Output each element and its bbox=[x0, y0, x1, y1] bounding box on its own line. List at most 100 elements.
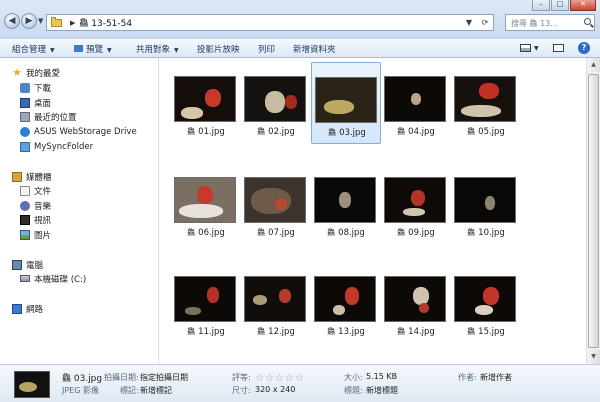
details-date-value[interactable]: 指定拍攝日期 bbox=[140, 372, 188, 383]
file-item[interactable]: 鱻 08.jpg bbox=[311, 163, 381, 245]
search-input[interactable]: 搜尋 鱻 13... bbox=[505, 14, 595, 31]
nav-computer[interactable]: 電腦 bbox=[12, 258, 43, 271]
file-name-label: 06.jpg bbox=[198, 228, 225, 238]
pictures-icon bbox=[20, 229, 30, 240]
search-icon[interactable] bbox=[584, 18, 591, 25]
nav-music[interactable]: 音樂 bbox=[20, 199, 51, 212]
file-name: 鱻 01.jpg bbox=[171, 126, 241, 137]
file-item[interactable]: 鱻 11.jpg bbox=[171, 262, 241, 344]
nav-label: 本機磁碟 (C:) bbox=[34, 274, 87, 285]
preview-label: 預覽 bbox=[86, 45, 104, 55]
file-item[interactable]: 鱻 10.jpg bbox=[451, 163, 521, 245]
preview-button[interactable]: 預覽 ▼ bbox=[74, 43, 112, 55]
file-item[interactable]: 鱻 13.jpg bbox=[311, 262, 381, 344]
file-item[interactable]: 鱻 02.jpg bbox=[241, 62, 311, 144]
nav-libraries[interactable]: 媒體櫃 bbox=[12, 170, 52, 183]
share-button[interactable]: 共用對象 ▼ bbox=[136, 43, 179, 55]
file-name-label: 14.jpg bbox=[408, 327, 435, 337]
scroll-down-icon[interactable]: ▼ bbox=[587, 350, 600, 364]
file-name: 鱻 15.jpg bbox=[451, 326, 521, 337]
nav-pictures[interactable]: 圖片 bbox=[20, 228, 51, 241]
forward-arrow-icon: ▶ bbox=[25, 16, 33, 26]
nav-desktop[interactable]: 桌面 bbox=[20, 96, 51, 109]
file-item[interactable]: 鱻 06.jpg bbox=[171, 163, 241, 245]
nav-label: 音樂 bbox=[34, 201, 52, 212]
nav-label: 媒體櫃 bbox=[26, 172, 52, 183]
desktop-icon bbox=[20, 97, 30, 108]
nav-downloads[interactable]: 下載 bbox=[20, 81, 51, 94]
preview-pane-icon[interactable] bbox=[553, 44, 564, 52]
file-prefix-glyph: 鱻 bbox=[467, 327, 476, 336]
chevron-right-icon[interactable]: ▶ bbox=[70, 19, 75, 27]
file-name-label: 12.jpg bbox=[268, 327, 295, 337]
image-thumbnail bbox=[174, 76, 236, 122]
maximize-button[interactable]: □ bbox=[551, 0, 569, 11]
nav-favorites[interactable]: ★ 我的最愛 bbox=[12, 66, 60, 79]
path-dropdown-icon[interactable]: ▼ bbox=[461, 18, 477, 27]
nav-label: ASUS WebStorage Drive bbox=[34, 126, 137, 137]
file-name-label: 09.jpg bbox=[408, 228, 435, 238]
details-author-value[interactable]: 新增作者 bbox=[480, 372, 512, 383]
file-prefix-glyph: 鱻 bbox=[397, 127, 406, 136]
scrollbar-thumb[interactable] bbox=[588, 74, 599, 348]
network-icon bbox=[12, 303, 22, 314]
nav-mysyncfolder[interactable]: MySyncFolder bbox=[20, 140, 93, 153]
print-button[interactable]: 列印 bbox=[258, 43, 275, 55]
minimize-button[interactable]: – bbox=[532, 0, 550, 11]
slideshow-button[interactable]: 投影片放映 bbox=[197, 43, 240, 55]
star-outline-icon[interactable]: ☆ bbox=[255, 373, 265, 384]
nav-recent[interactable]: 最近的位置 bbox=[20, 110, 77, 123]
nav-asus-webstorage[interactable]: ASUS WebStorage Drive bbox=[20, 125, 137, 138]
details-tags-value[interactable]: 新增標記 bbox=[140, 385, 172, 396]
image-thumbnail bbox=[244, 276, 306, 322]
file-item[interactable]: 鱻 01.jpg bbox=[171, 62, 241, 144]
star-outline-icon[interactable]: ☆ bbox=[285, 373, 295, 384]
nav-documents[interactable]: 文件 bbox=[20, 184, 51, 197]
new-folder-button[interactable]: 新增資料夾 bbox=[293, 43, 336, 55]
vertical-scrollbar[interactable]: ▲ ▼ bbox=[586, 58, 600, 364]
nav-network[interactable]: 網路 bbox=[12, 302, 43, 315]
nav-label: 電腦 bbox=[26, 260, 44, 271]
file-prefix-glyph: 鱻 bbox=[187, 127, 196, 136]
close-button[interactable]: ✕ bbox=[570, 0, 596, 11]
file-item[interactable]: 鱻 14.jpg bbox=[381, 262, 451, 344]
view-dropdown-icon[interactable]: ▼ bbox=[534, 45, 539, 52]
back-button[interactable]: ◀ bbox=[4, 13, 20, 29]
image-thumbnail bbox=[314, 177, 376, 223]
star-outline-icon[interactable]: ☆ bbox=[295, 373, 305, 384]
rating-stars[interactable]: ☆☆☆☆☆ bbox=[255, 373, 305, 384]
address-path[interactable]: ▶ 鱻 13-51-54 ▼ ⟳ bbox=[46, 14, 494, 31]
breadcrumb-current-folder[interactable]: 鱻 13-51-54 bbox=[79, 16, 132, 29]
star-outline-icon[interactable]: ☆ bbox=[265, 373, 275, 384]
file-item[interactable]: 鱻 05.jpg bbox=[451, 62, 521, 144]
scroll-up-icon[interactable]: ▲ bbox=[587, 58, 600, 72]
file-item[interactable]: 鱻 07.jpg bbox=[241, 163, 311, 245]
file-name: 鱻 10.jpg bbox=[451, 227, 521, 238]
file-item[interactable]: 鱻 12.jpg bbox=[241, 262, 311, 344]
recent-pages-dropdown[interactable]: ▼ bbox=[38, 17, 43, 25]
change-view-icon[interactable] bbox=[520, 44, 531, 52]
organize-button[interactable]: 組合管理 ▼ bbox=[12, 43, 55, 55]
chevron-down-icon: ▼ bbox=[107, 47, 112, 54]
caption-buttons: – □ ✕ bbox=[531, 0, 596, 11]
details-title-value[interactable]: 新增標題 bbox=[366, 385, 398, 396]
downloads-icon bbox=[20, 82, 30, 93]
file-prefix-glyph: 鱻 bbox=[187, 228, 196, 237]
file-item[interactable]: 鱻 03.jpg bbox=[311, 62, 381, 144]
file-item[interactable]: 鱻 15.jpg bbox=[451, 262, 521, 344]
star-outline-icon[interactable]: ☆ bbox=[275, 373, 285, 384]
file-grid: 鱻 01.jpg 鱻 02.jpg 鱻 03.jpg 鱻 04.jpg 鱻 05.jpg 鱻 06.j… bbox=[159, 58, 586, 364]
file-name: 鱻 14.jpg bbox=[381, 326, 451, 337]
file-name-label: 07.jpg bbox=[268, 228, 295, 238]
forward-button[interactable]: ▶ bbox=[21, 13, 37, 29]
file-name: 鱻 09.jpg bbox=[381, 227, 451, 238]
help-icon[interactable]: ? bbox=[578, 42, 590, 54]
file-item[interactable]: 鱻 04.jpg bbox=[381, 62, 451, 144]
file-item[interactable]: 鱻 09.jpg bbox=[381, 163, 451, 245]
refresh-icon[interactable]: ⟳ bbox=[477, 18, 493, 27]
image-thumbnail bbox=[244, 76, 306, 122]
file-name: 鱻 08.jpg bbox=[311, 227, 381, 238]
file-prefix-glyph: 鱻 bbox=[467, 127, 476, 136]
nav-local-disk[interactable]: 本機磁碟 (C:) bbox=[20, 272, 86, 285]
nav-videos[interactable]: 視訊 bbox=[20, 213, 51, 226]
